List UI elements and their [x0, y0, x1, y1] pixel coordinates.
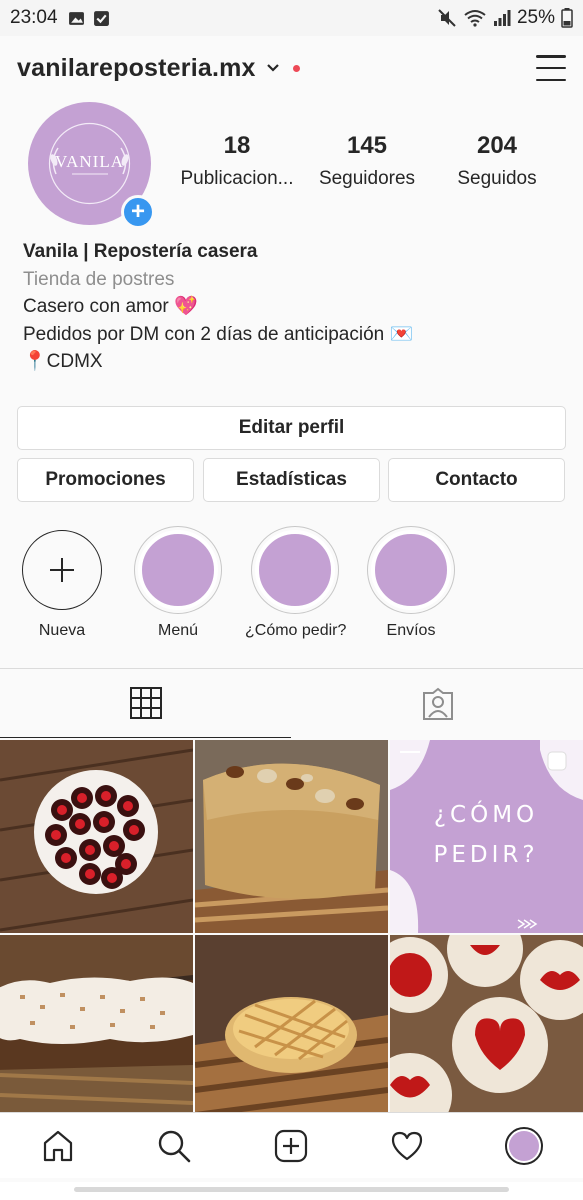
- chevron-down-icon[interactable]: [265, 60, 281, 76]
- stat-label: Seguidores: [318, 168, 416, 189]
- promotions-button[interactable]: Promociones: [17, 458, 194, 502]
- post-image: [0, 740, 193, 933]
- avatar-text: VANILA: [55, 152, 124, 171]
- signal-icon: [493, 10, 511, 26]
- home-indicator: [0, 1182, 583, 1200]
- category-label: Tienda de postres: [23, 268, 175, 290]
- post-image: ¿CÓMO PEDIR?: [390, 740, 583, 933]
- username-switcher[interactable]: vanilareposteria.mx: [17, 54, 256, 83]
- status-bar: 23:04 25%: [0, 0, 583, 36]
- stat-followers[interactable]: 145 Seguidores: [302, 132, 432, 190]
- status-time: 23:04: [10, 7, 58, 28]
- stat-posts[interactable]: 18 Publicacion...: [172, 132, 302, 190]
- highlight-label: Nueva: [38, 622, 86, 639]
- highlight-label: Envíos: [386, 622, 436, 639]
- post-image: [0, 935, 193, 1128]
- add-story-button[interactable]: +: [121, 195, 155, 229]
- profile-tabs: [0, 668, 583, 738]
- bio-line: Casero con amor 💖: [23, 296, 198, 317]
- post-thumbnail[interactable]: [195, 935, 388, 1128]
- profile-bio: Vanila | Repostería casera Tienda de pos…: [23, 238, 563, 376]
- post-image: [195, 935, 388, 1128]
- insights-button[interactable]: Estadísticas: [203, 458, 380, 502]
- profile-avatar: [505, 1127, 543, 1165]
- tab-grid[interactable]: [0, 669, 291, 738]
- stat-label: Publicacion...: [180, 168, 294, 189]
- highlight-label: Menú: [157, 622, 199, 639]
- stat-label: Seguidos: [457, 168, 537, 189]
- highlight-label: ¿Cómo pedir?: [245, 622, 347, 639]
- nav-home[interactable]: [0, 1113, 116, 1179]
- plus-icon: [50, 558, 74, 582]
- post-thumbnail[interactable]: [0, 740, 193, 933]
- profile-header: vanilareposteria.mx: [17, 48, 566, 88]
- edit-profile-button[interactable]: Editar perfil: [17, 406, 566, 450]
- download-icon: [93, 10, 109, 26]
- bio-line: 📍CDMX: [23, 351, 103, 372]
- tab-tagged[interactable]: [292, 669, 583, 738]
- nav-search[interactable]: [116, 1113, 232, 1179]
- heart-icon: [391, 1131, 423, 1161]
- stat-following[interactable]: 204 Seguidos: [432, 132, 562, 190]
- profile-stats: 18 Publicacion... 145 Seguidores 204 Seg…: [172, 132, 572, 190]
- bio-line: Pedidos por DM con 2 días de anticipació…: [23, 323, 414, 345]
- post-thumbnail[interactable]: ¿CÓMO PEDIR?: [390, 740, 583, 933]
- nav-activity[interactable]: [349, 1113, 465, 1179]
- highlight-shipping[interactable]: Envíos: [361, 526, 461, 640]
- highlight-menu[interactable]: Menú: [128, 526, 228, 640]
- nav-profile[interactable]: [466, 1113, 582, 1179]
- post-thumbnail[interactable]: [195, 740, 388, 933]
- tagged-icon: [422, 687, 453, 720]
- nav-new-post[interactable]: [233, 1113, 349, 1179]
- hamburger-menu-icon[interactable]: [536, 55, 566, 81]
- stat-value: 145: [346, 132, 388, 159]
- post-thumbnail[interactable]: [390, 935, 583, 1128]
- grid-icon: [129, 687, 162, 719]
- svg-text:PEDIR?: PEDIR?: [433, 842, 538, 868]
- home-bar[interactable]: [74, 1187, 509, 1192]
- highlight-how-to-order[interactable]: ¿Cómo pedir?: [245, 526, 347, 640]
- notification-dot: [292, 64, 300, 72]
- story-highlights: Nueva Menú ¿Cómo pedir? Envíos: [0, 526, 583, 650]
- battery-icon: [561, 8, 573, 28]
- battery-text: 25%: [516, 7, 555, 28]
- highlight-new[interactable]: Nueva: [12, 530, 112, 640]
- search-icon: [158, 1130, 191, 1163]
- post-image: [195, 740, 388, 933]
- stat-value: 204: [476, 132, 518, 159]
- photo-icon: [68, 11, 84, 25]
- profile-avatar[interactable]: VANILA +: [28, 102, 155, 229]
- post-grid: ¿CÓMO PEDIR?: [0, 740, 583, 1128]
- post-thumbnail[interactable]: [0, 935, 193, 1128]
- add-post-icon: [274, 1129, 308, 1163]
- post-image: [390, 935, 583, 1128]
- mute-icon: [438, 9, 456, 27]
- wifi-icon: [464, 10, 486, 27]
- home-icon: [43, 1130, 73, 1162]
- bottom-nav: [0, 1112, 583, 1178]
- display-name: Vanila | Repostería casera: [23, 241, 258, 262]
- svg-text:¿CÓMO: ¿CÓMO: [434, 800, 538, 828]
- stat-value: 18: [223, 132, 251, 159]
- contact-button[interactable]: Contacto: [388, 458, 565, 502]
